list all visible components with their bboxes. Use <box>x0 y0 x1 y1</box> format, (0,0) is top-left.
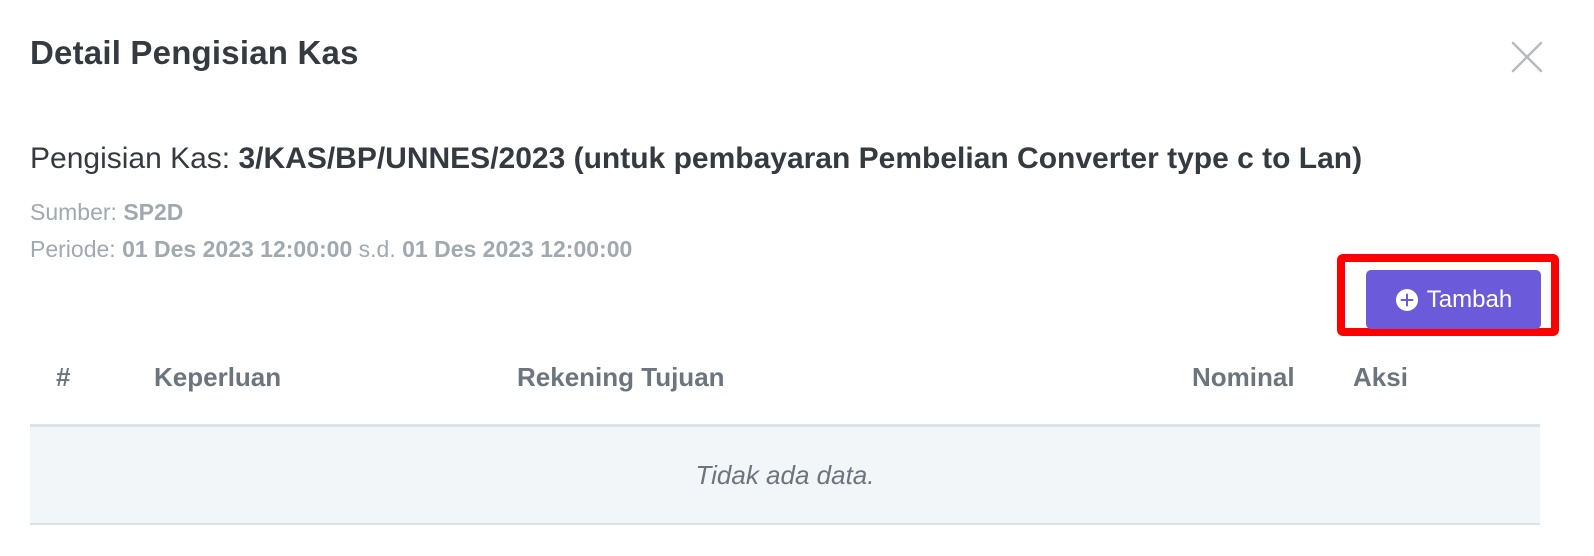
column-header-number: # <box>56 362 71 392</box>
periode-separator: s.d. <box>352 236 403 262</box>
pengisian-kas-label: Pengisian Kas: <box>30 142 239 175</box>
plus-circle-icon <box>1395 288 1418 311</box>
sumber-label: Sumber: <box>30 199 124 225</box>
close-button[interactable] <box>1508 38 1546 76</box>
periode-label: Periode: <box>30 236 123 262</box>
detail-pengisian-kas-modal: Detail Pengisian Kas Pengisian Kas: 3/KA… <box>0 0 1594 556</box>
column-header-nominal: Nominal <box>1192 362 1295 392</box>
column-header-keperluan: Keperluan <box>154 362 282 392</box>
table-body: Tidak ada data. <box>30 427 1540 525</box>
column-header-rekening-tujuan: Rekening Tujuan <box>517 362 725 392</box>
empty-table-message: Tidak ada data. <box>30 427 1540 525</box>
tambah-button-label: Tambah <box>1426 285 1513 313</box>
periode-start: 01 Des 2023 12:00:00 <box>122 236 353 262</box>
column-header-aksi: Aksi <box>1353 362 1408 392</box>
pengisian-kas-value: 3/KAS/BP/UNNES/2023 (untuk pembayaran Pe… <box>238 142 1363 175</box>
detail-table: # Keperluan Rekening Tujuan Nominal Aksi… <box>30 340 1540 525</box>
tambah-button[interactable]: Tambah <box>1366 270 1541 329</box>
modal-title: Detail Pengisian Kas <box>30 34 359 71</box>
close-icon <box>1511 41 1543 73</box>
table-header: # Keperluan Rekening Tujuan Nominal Aksi <box>30 340 1540 427</box>
periode-end: 01 Des 2023 12:00:00 <box>402 236 633 262</box>
sumber-line: Sumber: SP2D <box>30 199 183 226</box>
periode-line: Periode: 01 Des 2023 12:00:00 s.d. 01 De… <box>30 236 632 263</box>
pengisian-kas-title: Pengisian Kas: 3/KAS/BP/UNNES/2023 (untu… <box>30 142 1362 176</box>
sumber-value: SP2D <box>123 199 184 225</box>
